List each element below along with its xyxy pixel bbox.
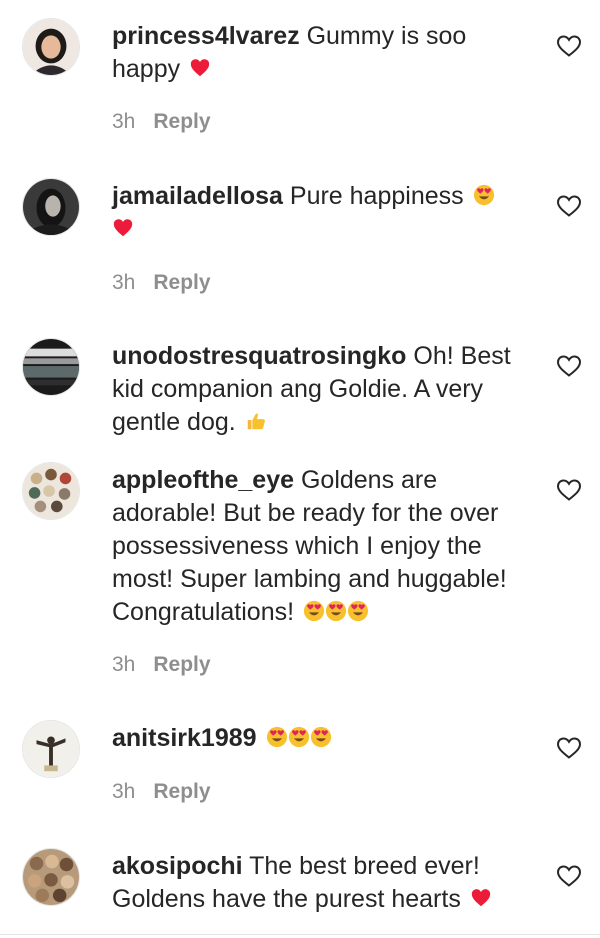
smiling-face-with-heart-eyes-emoji-icon: [288, 726, 310, 748]
like-heart-icon[interactable]: [556, 736, 582, 760]
like-heart-icon[interactable]: [556, 354, 582, 378]
smiling-face-with-heart-eyes-emoji-icon: [473, 184, 495, 206]
comment-meta: 3h Reply: [112, 271, 211, 295]
red-heart-emoji-icon: [470, 887, 492, 909]
avatar[interactable]: [22, 848, 80, 906]
like-heart-icon[interactable]: [556, 864, 582, 888]
comment-text: princess4lvarez Gummy is soo happy: [112, 20, 532, 86]
avatar[interactable]: [22, 720, 80, 778]
comment-text: anitsirk1989: [112, 722, 532, 755]
comment-text: appleofthe_eye Goldens are adorable! But…: [112, 464, 532, 629]
red-heart-emoji-icon: [112, 217, 134, 239]
avatar[interactable]: [22, 462, 80, 520]
comment-body: Pure happiness: [289, 182, 464, 210]
comment-time: 3h: [112, 110, 136, 133]
comment-username[interactable]: appleofthe_eye: [112, 466, 294, 494]
comment-time: 3h: [112, 780, 136, 803]
smiling-face-with-heart-eyes-emoji-icon: [266, 726, 288, 748]
comment-text: akosipochi The best breed ever! Goldens …: [112, 850, 532, 916]
smiling-face-with-heart-eyes-emoji-icon: [310, 726, 332, 748]
reply-button[interactable]: Reply: [153, 110, 210, 133]
avatar[interactable]: [22, 18, 80, 76]
reply-button[interactable]: Reply: [153, 653, 210, 676]
reply-button[interactable]: Reply: [153, 780, 210, 803]
like-heart-icon[interactable]: [556, 194, 582, 218]
comment-meta: 3h Reply: [112, 110, 211, 134]
divider: [0, 934, 600, 935]
thumbs-up-emoji-icon: [245, 410, 267, 432]
comment-time: 3h: [112, 653, 136, 676]
comment-username[interactable]: akosipochi: [112, 852, 243, 880]
smiling-face-with-heart-eyes-emoji-icon: [347, 600, 369, 622]
comment-username[interactable]: anitsirk1989: [112, 724, 257, 752]
comment-time: 3h: [112, 271, 136, 294]
red-heart-emoji-icon: [189, 57, 211, 79]
comment-text: jamailadellosa Pure happiness: [112, 180, 532, 246]
reply-button[interactable]: Reply: [153, 271, 210, 294]
comment-username[interactable]: unodostresquatrosingko: [112, 342, 406, 370]
avatar[interactable]: [22, 338, 80, 396]
comment-text: unodostresquatrosingko Oh! Best kid comp…: [112, 340, 532, 439]
avatar[interactable]: [22, 178, 80, 236]
comment-meta: 3h Reply: [112, 653, 211, 677]
comment-username[interactable]: princess4lvarez: [112, 22, 300, 50]
like-heart-icon[interactable]: [556, 34, 582, 58]
comment-meta: 3h Reply: [112, 780, 211, 804]
smiling-face-with-heart-eyes-emoji-icon: [303, 600, 325, 622]
like-heart-icon[interactable]: [556, 478, 582, 502]
comment-username[interactable]: jamailadellosa: [112, 182, 283, 210]
smiling-face-with-heart-eyes-emoji-icon: [325, 600, 347, 622]
